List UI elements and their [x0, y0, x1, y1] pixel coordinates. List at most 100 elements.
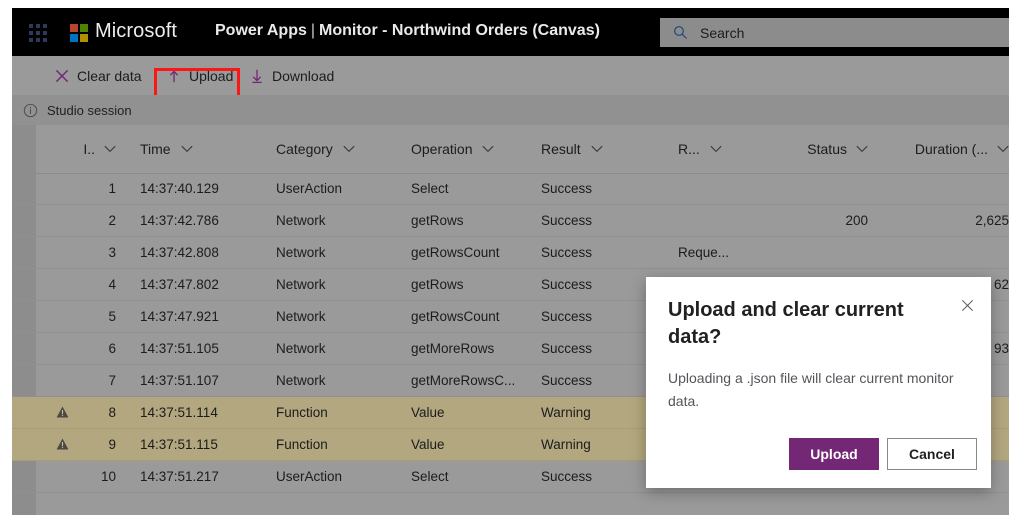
download-button[interactable]: Download [241, 62, 342, 90]
dialog-upload-button[interactable]: Upload [789, 438, 879, 470]
cell-result: Success [541, 341, 593, 356]
column-header-label: Time [140, 141, 171, 157]
cell-r: Reque... [678, 245, 730, 260]
dialog-cancel-button[interactable]: Cancel [887, 438, 977, 470]
cell-time: 14:37:51.217 [140, 469, 219, 484]
cell-category: Network [276, 341, 326, 356]
cell-operation: getRowsCount [411, 309, 500, 324]
app-launcher-waffle-icon[interactable] [29, 24, 47, 42]
column-header-category[interactable]: Category [276, 125, 394, 173]
column-header-time[interactable]: Time [140, 125, 270, 173]
cell-time: 14:37:42.786 [140, 213, 219, 228]
session-info-strip: Studio session [12, 95, 1009, 125]
table-row[interactable]: 2 14:37:42.786 Network getRows Success 200 2,6… [12, 205, 1009, 237]
dialog-close-button[interactable] [953, 291, 981, 319]
column-header-label: Category [276, 141, 333, 157]
column-header-status[interactable]: Status [758, 125, 868, 173]
cell-category: Network [276, 277, 326, 292]
chevron-down-icon [104, 145, 116, 153]
cell-operation: getRows [411, 277, 464, 292]
cell-result: Success [541, 213, 593, 228]
command-toolbar: Clear data Upload Download [12, 56, 1009, 95]
column-header-duration[interactable]: Duration (... [897, 125, 1009, 173]
power-apps-monitor-window: Microsoft Power Apps | Monitor - Northwind… [12, 8, 1009, 515]
column-header-label: I.. [83, 141, 95, 157]
search-icon [674, 26, 687, 39]
cell-index: 8 [108, 405, 116, 420]
app-name: Power Apps [215, 22, 307, 39]
cell-operation: getMoreRows [411, 341, 495, 356]
search-placeholder: Search [700, 24, 745, 41]
cell-index: 10 [100, 469, 116, 484]
cell-result: Success [541, 373, 593, 388]
cell-result: Success [541, 245, 593, 260]
cell-index: 9 [108, 437, 116, 452]
microsoft-logo-icon [70, 24, 88, 42]
upload-label: Upload [189, 68, 234, 84]
download-label: Download [272, 68, 335, 84]
cell-r [678, 205, 750, 236]
dialog-body-text: Uploading a .json file will clear curren… [668, 370, 954, 409]
clear-data-button[interactable]: Clear data [46, 62, 150, 90]
microsoft-brand-text: Microsoft [95, 20, 178, 42]
info-circle-icon [23, 103, 38, 117]
cell-result: Success [541, 309, 593, 324]
cell-category: Function [276, 437, 328, 452]
cell-status [758, 173, 868, 204]
cell-operation: Select [411, 469, 449, 484]
cell-category: Network [276, 373, 326, 388]
session-info-label: Studio session [47, 102, 132, 118]
cell-result: Warning [541, 405, 591, 420]
upload-confirm-dialog: Upload and clear current data? Uploading… [646, 277, 991, 488]
cell-category: Network [276, 309, 326, 324]
cell-index: 3 [108, 245, 116, 260]
chevron-down-icon [856, 145, 868, 153]
table-row[interactable]: 1 14:37:40.129 UserAction Select Success [12, 173, 1009, 205]
cell-category: Function [276, 405, 328, 420]
cell-status [758, 237, 868, 268]
cell-result: Success [541, 277, 593, 292]
cell-operation: getRowsCount [411, 245, 500, 260]
table-row[interactable]: 3 14:37:42.808 Network getRowsCount Success R… [12, 237, 1009, 269]
column-header-r[interactable]: R... [678, 125, 750, 173]
title-separator: | [310, 22, 316, 39]
chevron-down-icon [181, 145, 193, 153]
app-title-bar: Power Apps | Monitor - Northwind Orders (C… [215, 22, 600, 40]
download-arrow-icon [252, 69, 262, 84]
cell-category: UserAction [276, 469, 343, 484]
cell-r [678, 173, 750, 204]
cell-status: 200 [845, 213, 868, 228]
dialog-action-row: Upload Cancel [668, 438, 977, 470]
column-header-index[interactable]: I.. [60, 125, 116, 173]
column-header-label: Duration (... [914, 141, 988, 157]
clear-data-label: Clear data [77, 68, 142, 84]
cell-operation: Value [411, 437, 445, 452]
column-header-label: Status [807, 141, 847, 157]
cell-operation: Select [411, 181, 449, 196]
cell-operation: getMoreRowsC... [411, 373, 516, 388]
chevron-down-icon [591, 145, 603, 153]
cell-time: 14:37:47.921 [140, 309, 219, 324]
column-header-operation[interactable]: Operation [411, 125, 531, 173]
search-input[interactable]: Search [660, 18, 1009, 47]
suite-bar: Microsoft Power Apps | Monitor - Northwind… [12, 8, 1009, 56]
column-header-result[interactable]: Result [541, 125, 661, 173]
cell-index: 7 [108, 373, 116, 388]
cell-operation: Value [411, 405, 445, 420]
cell-index: 6 [108, 341, 116, 356]
chevron-down-icon [710, 145, 722, 153]
cell-result: Warning [541, 437, 591, 452]
cell-result: Success [541, 181, 593, 196]
close-icon [961, 299, 973, 311]
upload-button[interactable]: Upload [158, 62, 241, 90]
cell-time: 14:37:47.802 [140, 277, 219, 292]
column-header-label: Result [541, 141, 581, 157]
cell-time: 14:37:42.808 [140, 245, 219, 260]
chevron-down-icon [482, 145, 495, 153]
dialog-title: Upload and clear current data? [668, 299, 904, 348]
chevron-down-icon [997, 145, 1009, 153]
close-x-icon [55, 69, 69, 83]
cell-time: 14:37:51.105 [140, 341, 219, 356]
cell-index: 5 [108, 309, 116, 324]
cell-duration [897, 237, 1009, 268]
